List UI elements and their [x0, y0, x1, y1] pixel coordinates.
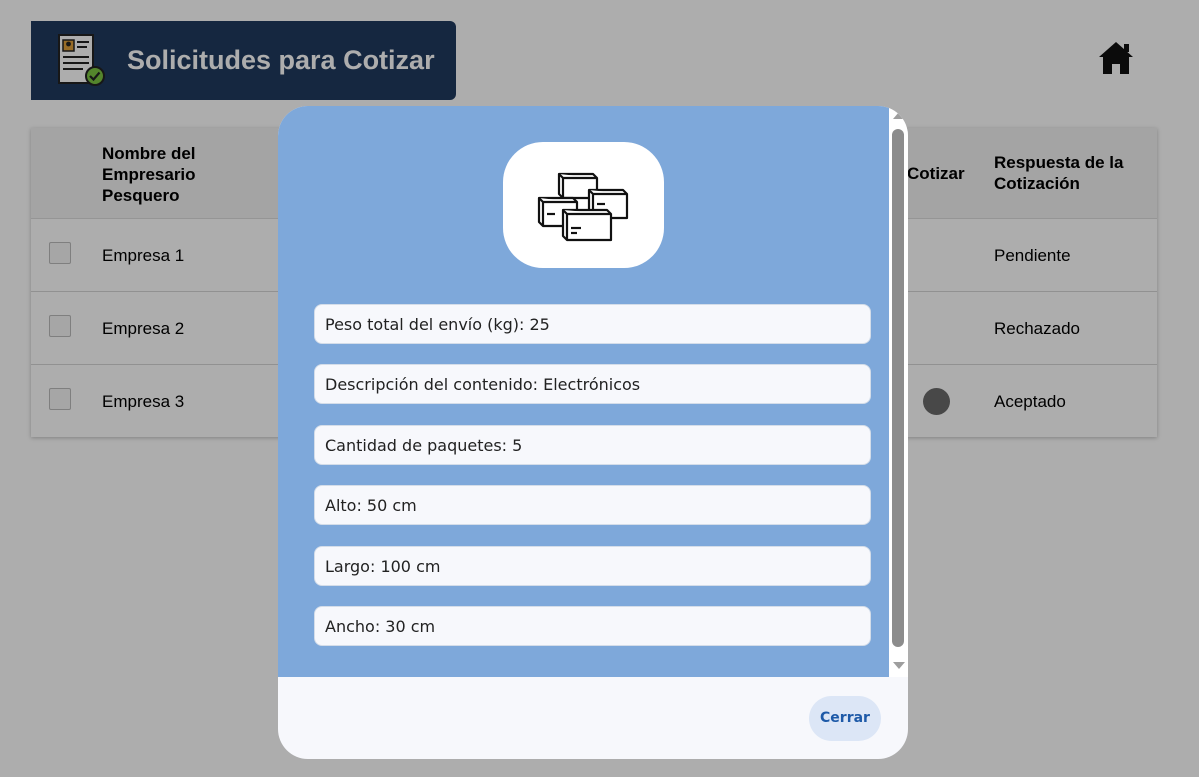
dialog-content: Peso total del envío (kg): 25 Descripció… — [278, 106, 889, 677]
content-description-field: Descripción del contenido: Electrónicos — [314, 364, 871, 404]
icon-container — [503, 142, 664, 268]
scroll-down-icon[interactable] — [893, 662, 905, 669]
package-count-field: Cantidad de paquetes: 5 — [314, 425, 871, 465]
boxes-icon — [537, 172, 629, 242]
dialog-scrollbar[interactable] — [889, 106, 908, 677]
length-field: Largo: 100 cm — [314, 546, 871, 586]
close-button[interactable]: Cerrar — [809, 696, 881, 741]
height-field: Alto: 50 cm — [314, 485, 871, 525]
weight-field: Peso total del envío (kg): 25 — [314, 304, 871, 344]
scrollbar-thumb[interactable] — [892, 129, 904, 647]
width-field: Ancho: 30 cm — [314, 606, 871, 646]
details-dialog: Peso total del envío (kg): 25 Descripció… — [278, 106, 908, 759]
scroll-up-icon[interactable] — [893, 112, 905, 119]
